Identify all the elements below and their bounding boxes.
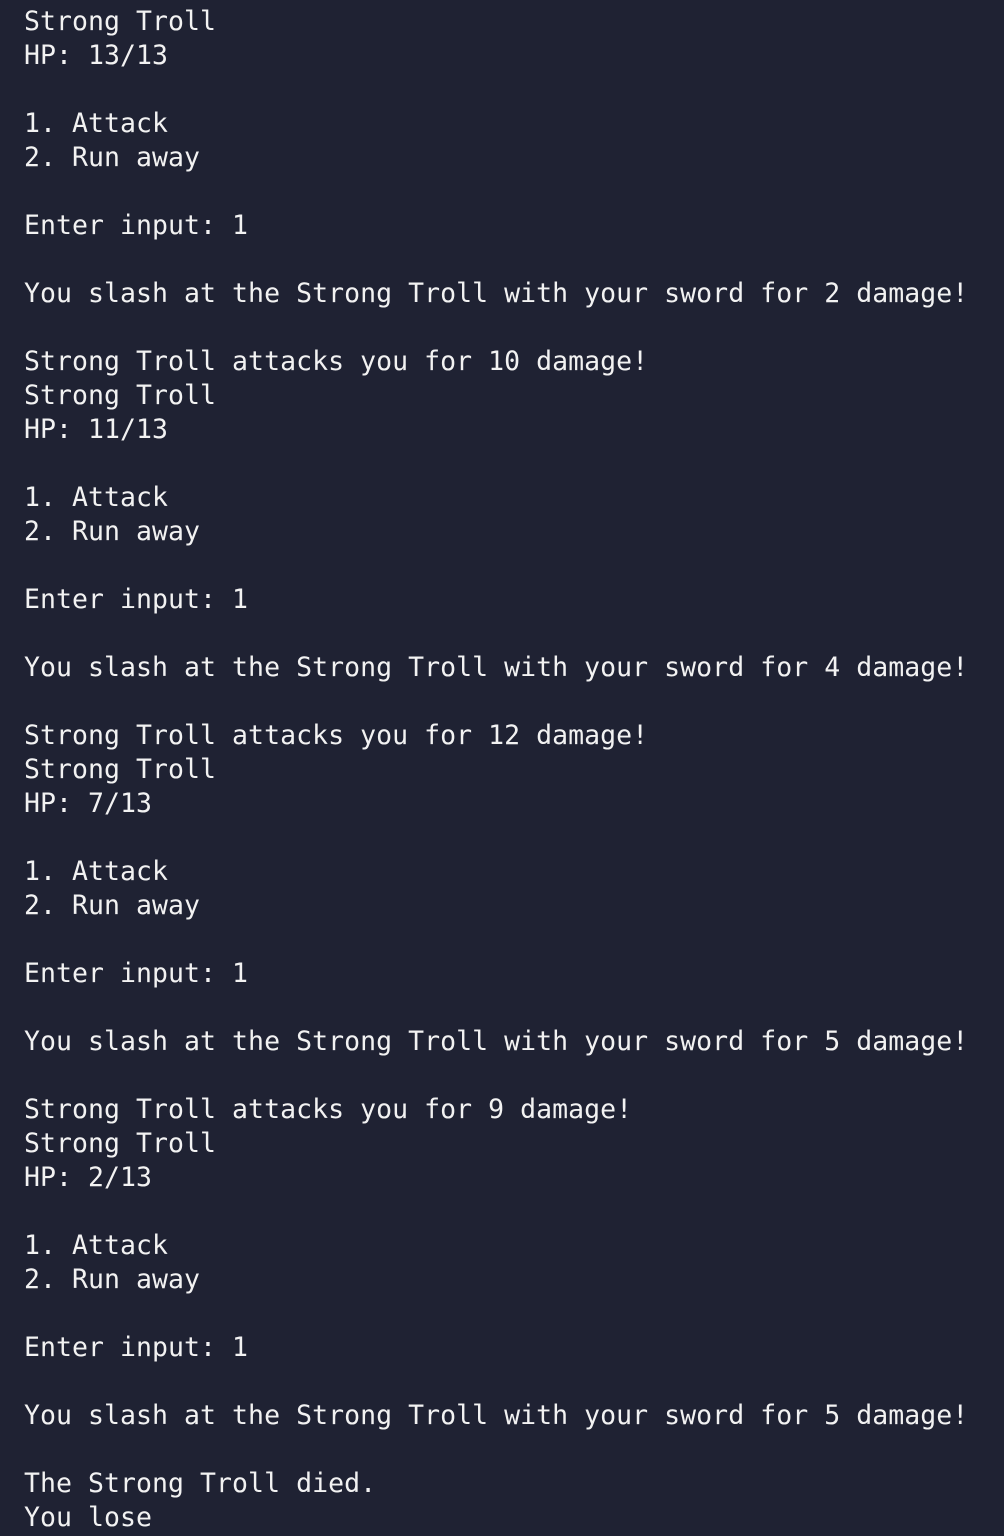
terminal-output: Strong Troll HP: 13/13 1. Attack 2. Run awa… bbox=[0, 0, 1004, 1536]
terminal-line: Strong Troll bbox=[24, 380, 217, 411]
terminal-line: 2. Run away bbox=[24, 890, 201, 921]
terminal-line: Strong Troll attacks you for 12 damage! bbox=[24, 720, 649, 751]
terminal-line: Enter input: 1 bbox=[24, 584, 249, 615]
terminal-line: Strong Troll bbox=[24, 754, 217, 785]
terminal-line: Strong Troll bbox=[24, 6, 217, 37]
terminal-line: 1. Attack bbox=[24, 1230, 169, 1261]
terminal-line: You slash at the Strong Troll with your … bbox=[24, 1400, 969, 1431]
terminal-line: 2. Run away bbox=[24, 1264, 201, 1295]
terminal-line: You slash at the Strong Troll with your … bbox=[24, 1026, 969, 1057]
terminal-line: 1. Attack bbox=[24, 108, 169, 139]
terminal-line: Enter input: 1 bbox=[24, 958, 249, 989]
terminal-line: Enter input: 1 bbox=[24, 1332, 249, 1363]
terminal-line: 2. Run away bbox=[24, 516, 201, 547]
terminal-line: Strong Troll attacks you for 9 damage! bbox=[24, 1094, 633, 1125]
terminal-line: 1. Attack bbox=[24, 856, 169, 887]
terminal-line: HP: 13/13 bbox=[24, 40, 169, 71]
terminal-line: The Strong Troll died. bbox=[24, 1468, 377, 1499]
terminal-line: You slash at the Strong Troll with your … bbox=[24, 652, 969, 683]
terminal-line: HP: 7/13 bbox=[24, 788, 153, 819]
terminal-line: 1. Attack bbox=[24, 482, 169, 513]
terminal-line: 2. Run away bbox=[24, 142, 201, 173]
terminal-line: Enter input: 1 bbox=[24, 210, 249, 241]
terminal-line: Strong Troll bbox=[24, 1128, 217, 1159]
terminal-line: HP: 2/13 bbox=[24, 1162, 153, 1193]
terminal-line: Strong Troll attacks you for 10 damage! bbox=[24, 346, 649, 377]
terminal-line: You slash at the Strong Troll with your … bbox=[24, 278, 969, 309]
terminal-line: You lose bbox=[24, 1502, 153, 1533]
terminal-line: HP: 11/13 bbox=[24, 414, 169, 445]
